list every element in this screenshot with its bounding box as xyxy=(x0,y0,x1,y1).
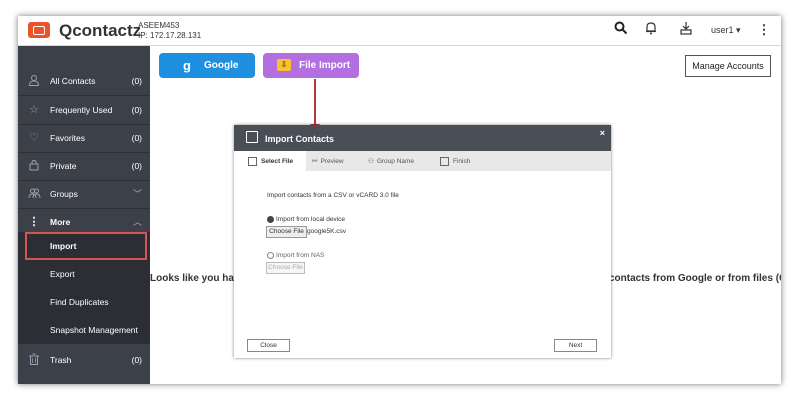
wizard-steps: Select File ⚯ Preview ⚇ Group Name Finish xyxy=(234,151,611,171)
search-icon[interactable] xyxy=(612,21,630,39)
lock-icon xyxy=(27,159,41,173)
sidebar-item-favorites[interactable]: ♡ Favorites (0) xyxy=(18,124,150,152)
user-menu[interactable]: user1 ▾ xyxy=(711,25,741,36)
sidebar-item-label: Frequently Used xyxy=(50,105,113,115)
person-icon xyxy=(27,74,41,88)
import-contacts-dialog: Import Contacts × Select File ⚯ Preview ⚇… xyxy=(234,125,611,358)
sidebar-subitem-label: Snapshot Management xyxy=(50,325,138,335)
step-select-file: Select File xyxy=(248,157,293,166)
dialog-body: Import contacts from a CSV or vCARD 3.0 … xyxy=(234,171,611,335)
app-logo-icon xyxy=(28,22,50,38)
manage-accounts-button[interactable]: Manage Accounts xyxy=(685,55,771,77)
folder-icon: ⇩ xyxy=(277,59,291,71)
option-local-device[interactable]: Import from local device xyxy=(267,216,345,223)
sidebar-subitem-export[interactable]: Export xyxy=(18,260,150,288)
next-button[interactable]: Next xyxy=(554,339,597,352)
sidebar-item-count: (0) xyxy=(131,76,142,86)
empty-state-text: Looks like you have xyxy=(150,273,246,284)
server-name: ASEEM453 xyxy=(138,21,180,30)
user-name: user1 xyxy=(711,25,734,35)
download-icon[interactable] xyxy=(677,21,695,39)
sidebar-item-count: (0) xyxy=(131,105,142,115)
select-file-icon xyxy=(248,157,257,166)
file-import-button-label: File Import xyxy=(299,60,351,71)
bell-icon[interactable] xyxy=(642,21,660,39)
step-group-name: ⚇ Group Name xyxy=(368,158,415,165)
sidebar-item-label: All Contacts xyxy=(50,76,96,86)
sidebar-item-label: More xyxy=(50,217,71,227)
close-icon[interactable]: × xyxy=(600,128,605,138)
step-preview: ⚯ Preview xyxy=(312,158,344,165)
chevron-down-icon: ▾ xyxy=(736,25,741,35)
kebab-icon: ⋮ xyxy=(28,216,40,228)
star-icon: ☆ xyxy=(29,104,39,116)
choose-file-button[interactable]: Choose File xyxy=(266,226,307,238)
trash-icon xyxy=(27,353,41,367)
sidebar-item-label: Trash xyxy=(50,355,72,365)
google-import-button[interactable]: g Google xyxy=(159,53,255,78)
sidebar-item-label: Groups xyxy=(50,189,78,199)
sidebar-item-count: (0) xyxy=(131,161,142,171)
dialog-header: Import Contacts × xyxy=(234,125,611,151)
sidebar-item-label: Private xyxy=(50,161,77,171)
sidebar-item-trash[interactable]: Trash (0) xyxy=(18,346,150,374)
sidebar-subitem-label: Find Duplicates xyxy=(50,297,109,307)
app-window: Qcontactz ASEEM453 IP: 172.17.28.131 use… xyxy=(18,16,781,384)
heart-icon: ♡ xyxy=(29,132,39,144)
sidebar-item-label: Favorites xyxy=(50,133,85,143)
group-icon: ⚇ xyxy=(368,158,374,165)
top-bar: Qcontactz ASEEM453 IP: 172.17.28.131 use… xyxy=(18,16,781,46)
step-finish: Finish xyxy=(440,157,470,166)
app-title: Qcontactz xyxy=(59,21,142,40)
sidebar-item-frequently-used[interactable]: ☆ Frequently Used (0) xyxy=(18,96,150,124)
radio-selected[interactable] xyxy=(267,216,274,223)
sidebar-item-private[interactable]: Private (0) xyxy=(18,152,150,180)
sidebar-item-count: (0) xyxy=(131,355,142,365)
google-button-label: Google xyxy=(204,60,239,71)
dialog-intro: Import contacts from a CSV or vCARD 3.0 … xyxy=(267,192,399,199)
sidebar: All Contacts (0) ☆ Frequently Used (0) ♡… xyxy=(18,46,150,384)
import-highlight xyxy=(25,232,147,260)
sidebar-item-count: (0) xyxy=(131,133,142,143)
sidebar-subitem-snapshot-management[interactable]: Snapshot Management xyxy=(18,316,150,344)
selected-file-name: google5K.csv xyxy=(307,228,347,235)
google-icon: g xyxy=(183,58,191,73)
option-nas[interactable]: Import from NAS xyxy=(267,252,324,259)
empty-state-text-right: contacts from Google or from files (CSV xyxy=(609,273,781,284)
radio-unselected[interactable] xyxy=(267,252,274,259)
sidebar-item-all-contacts[interactable]: All Contacts (0) xyxy=(18,67,150,95)
callout-arrow xyxy=(314,79,316,127)
import-icon xyxy=(246,131,258,143)
choose-file-nas-button: Choose File xyxy=(266,262,305,274)
sidebar-subitem-find-duplicates[interactable]: Find Duplicates xyxy=(18,288,150,316)
glasses-icon: ⚯ xyxy=(312,158,318,165)
sidebar-subitem-label: Export xyxy=(50,269,75,279)
check-icon xyxy=(440,157,449,166)
chevron-up-icon: ︿ xyxy=(132,217,142,227)
kebab-menu-icon[interactable]: ⋮ xyxy=(755,21,773,39)
file-import-button[interactable]: ⇩ File Import xyxy=(263,53,359,78)
group-icon xyxy=(27,187,41,201)
sidebar-item-groups[interactable]: Groups ﹀ xyxy=(18,180,150,208)
chevron-down-icon: ﹀ xyxy=(132,189,142,199)
dialog-title: Import Contacts xyxy=(265,134,335,144)
close-button[interactable]: Close xyxy=(247,339,290,352)
server-ip: IP: 172.17.28.131 xyxy=(138,31,202,40)
